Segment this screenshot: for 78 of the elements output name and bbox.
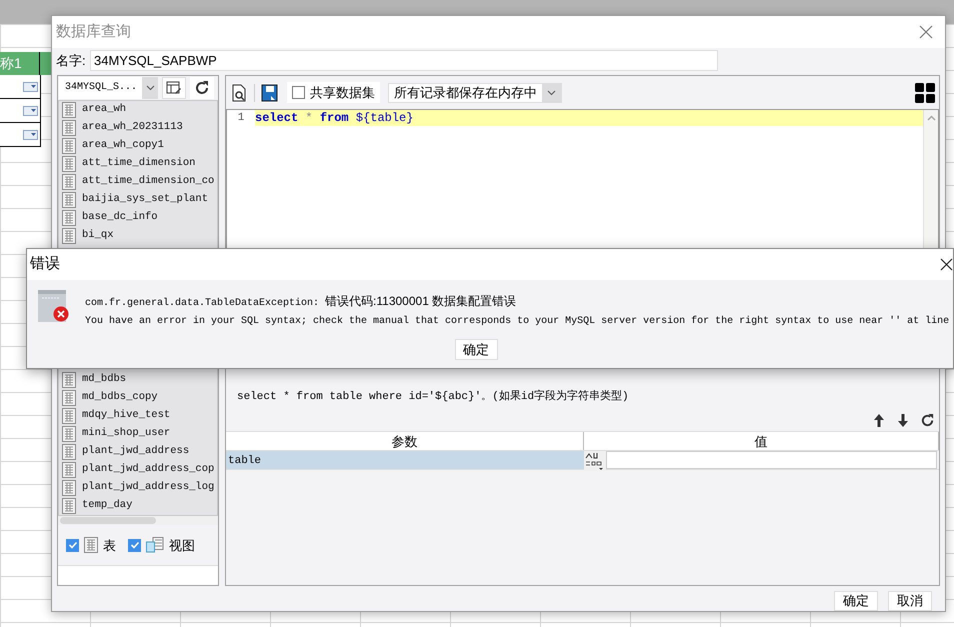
table-icon [62,462,76,478]
hint-text: select * from table where id='${abc}'。(如果id字段为字符串类型) [237,388,630,404]
column-header [40,52,52,75]
name-field[interactable]: 34MYSQL_SAPBWP [90,50,718,71]
table-icon [62,102,76,118]
error-message: 错误代码:11300001 数据集配置错误 [325,293,516,310]
checkbox[interactable] [128,538,141,552]
table-name[interactable]: att_time_dimension [82,156,196,172]
checkbox[interactable] [66,538,79,552]
dropdown-icon[interactable] [23,130,38,140]
edit-connection-button[interactable] [162,76,186,99]
table-icon [62,210,76,226]
table-icon [62,408,76,424]
filter-label: 视图 [169,536,195,555]
type-icon[interactable] [584,451,606,471]
save-icon[interactable] [261,84,279,102]
column-header: 参数 [226,432,584,450]
chevron-down-icon [146,84,154,91]
table-name[interactable]: plant_jwd_address_log [82,480,214,496]
filter-label: 表 [103,536,116,555]
refresh-icon [194,80,210,96]
table-icon [84,537,98,554]
table-name[interactable]: area_wh_20231113 [82,120,183,136]
edit-table-icon [166,80,182,95]
grid-icon[interactable] [915,82,935,102]
table-icon [62,174,76,190]
table-icon [62,390,76,406]
checkbox[interactable] [292,86,305,99]
dropdown-icon[interactable] [23,106,38,116]
table-name[interactable]: area_wh_copy1 [82,138,164,154]
table-name[interactable]: plant_jwd_address_cop [82,462,214,478]
table-name[interactable]: bi_qx [82,228,114,244]
cancel-button[interactable]: 取消 [888,591,932,611]
table-name[interactable]: baijia_sys_set_plant [82,192,208,208]
table-name[interactable]: md_bdbs [82,372,126,388]
refresh-button[interactable] [190,76,214,99]
table-icon [62,480,76,496]
refresh-icon[interactable] [920,412,935,428]
column-header: 值 [584,432,939,450]
table-name[interactable]: mdqy_hive_test [82,408,170,424]
storage-select[interactable]: 所有记录都保存在内存中 [388,82,562,102]
name-label: 名字: [56,52,86,70]
table-icon [62,138,76,154]
table-icon [62,498,76,514]
table-name[interactable]: mini_shop_user [82,426,170,442]
table-name[interactable]: md_bdbs_copy [82,390,158,406]
chevron-down-icon [547,90,556,96]
ok-button[interactable]: 确定 [834,591,878,611]
table-name[interactable]: temp_day [82,498,132,514]
table-name[interactable]: plant_jwd_address [82,444,190,460]
error-icon [38,290,70,322]
close-icon[interactable] [940,258,953,271]
share-dataset-checkbox[interactable]: 共享数据集 [287,82,380,103]
table-icon [62,444,76,460]
table-name[interactable]: area_wh [82,102,126,118]
connection-select[interactable]: 34MYSQL_S... [59,76,158,99]
ok-button[interactable]: 确定 [454,339,498,360]
table-icon [62,120,76,136]
filter-field[interactable] [58,565,218,585]
table-name[interactable]: base_dc_info [82,210,158,226]
param-name-cell[interactable]: table [226,451,584,469]
table-icon [62,228,76,244]
table-icon [62,426,76,442]
table-icon [62,192,76,208]
preview-icon[interactable] [230,84,248,102]
table-name[interactable]: att_time_dimension_co [82,174,214,190]
table-icon [62,372,76,388]
view-icon [146,537,164,554]
arrow-down-icon[interactable] [896,412,910,428]
dropdown-icon[interactable] [23,82,38,92]
window-title: 数据库查询 [56,22,131,42]
scrollbar-thumb[interactable] [60,517,156,524]
line-number: 1 [236,110,246,126]
column-header: 称1 [0,52,40,75]
arrow-up-icon[interactable] [872,412,886,428]
error-title: 错误 [30,254,60,274]
table-icon [62,156,76,172]
param-value-field[interactable] [606,451,937,469]
